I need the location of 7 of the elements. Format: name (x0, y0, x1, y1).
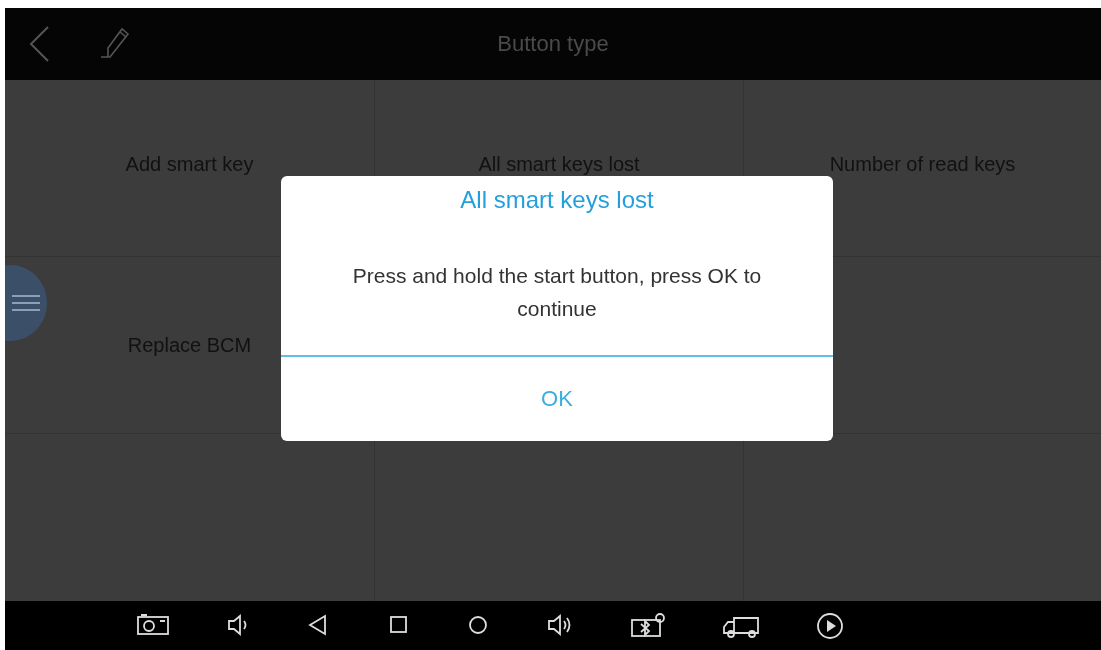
menu-icon (12, 293, 40, 313)
play-icon[interactable] (816, 611, 844, 640)
pencil-icon[interactable] (100, 26, 132, 58)
ok-button[interactable]: OK (281, 355, 833, 441)
screen-title: Button type (497, 31, 609, 57)
bluetooth-icon[interactable] (630, 611, 666, 640)
dialog-title: All smart keys lost (460, 186, 654, 214)
